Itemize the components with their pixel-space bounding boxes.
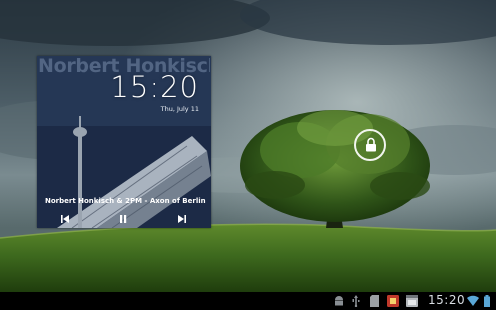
sd-card-icon: [370, 295, 379, 307]
skip-previous-icon[interactable]: [60, 214, 72, 224]
media-app-icon: [387, 295, 399, 307]
pause-icon[interactable]: [118, 214, 130, 224]
wifi-icon: [467, 295, 479, 306]
lock-icon: [366, 137, 376, 152]
unlock-ring[interactable]: [354, 129, 386, 161]
music-widget[interactable]: Norbert Honkisch 15:20 Thu, July 11 Norb…: [37, 56, 211, 228]
skip-next-icon[interactable]: [177, 214, 189, 224]
calendar-icon: [406, 295, 418, 307]
widget-clock-date: Thu, July 11: [160, 105, 199, 113]
status-bar: 15:20: [0, 292, 496, 310]
widget-clock-time: 15:20: [110, 70, 199, 104]
battery-icon: [484, 295, 490, 307]
android-debug-icon: [335, 296, 343, 306]
track-title: Norbert Honkisch & 2PM - Axon of Berlin …: [45, 197, 207, 205]
status-bar-time: 15:20: [428, 293, 466, 307]
usb-icon: [352, 295, 360, 307]
playback-controls: [37, 211, 211, 228]
